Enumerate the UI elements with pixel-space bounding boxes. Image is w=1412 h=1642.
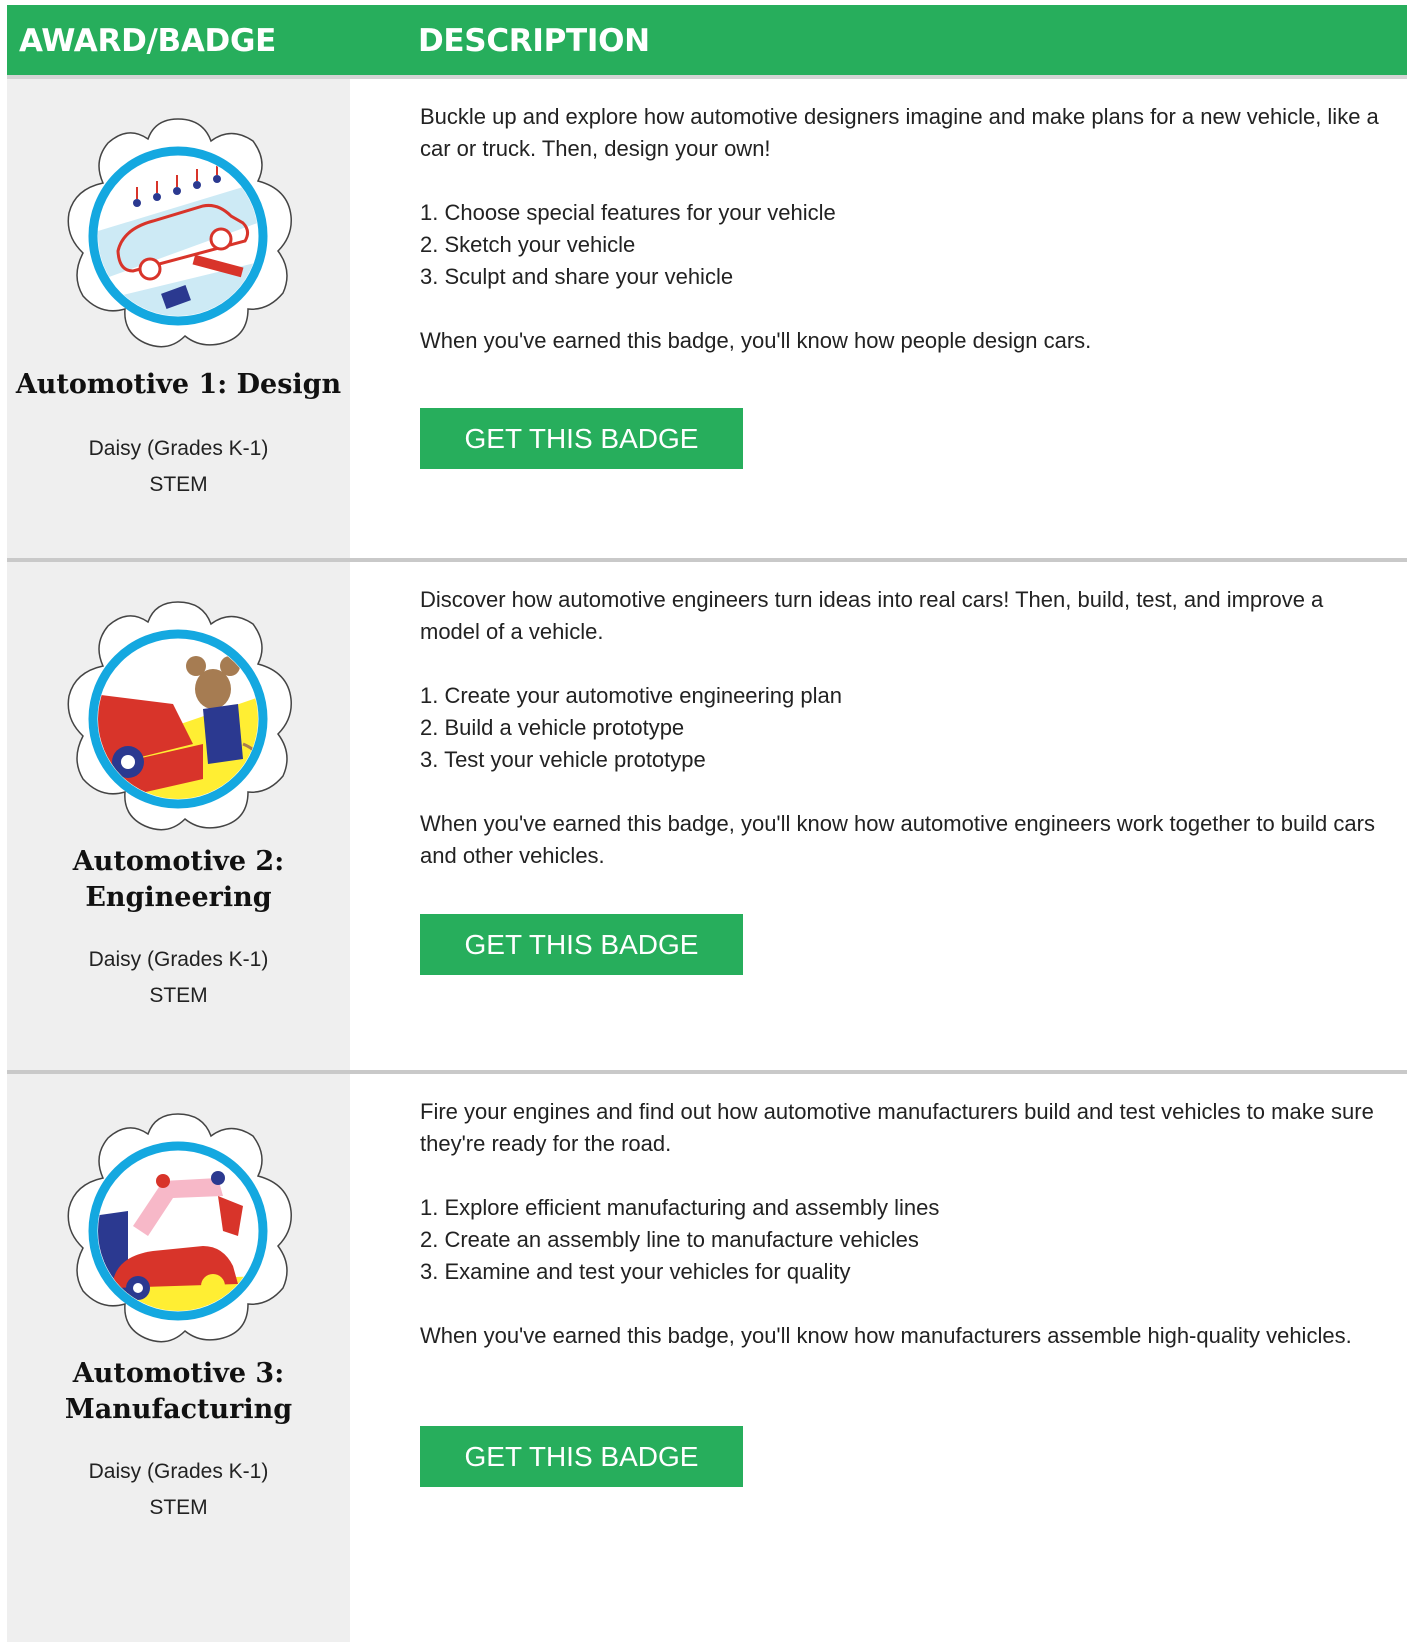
requirement-steps: 1. Create your automotive engineering pl… <box>420 680 1380 776</box>
badge-description-cell: Fire your engines and find out how autom… <box>350 1074 1407 1642</box>
step-item: 1. Create your automotive engineering pl… <box>420 683 842 708</box>
description-outcome: When you've earned this badge, you'll kn… <box>420 811 1375 868</box>
step-item: 1. Explore efficient manufacturing and a… <box>420 1195 940 1220</box>
table-header: AWARD/BADGE DESCRIPTION <box>7 5 1407 79</box>
step-item: 3. Examine and test your vehicles for qu… <box>420 1259 851 1284</box>
badge-description-cell: Discover how automotive engineers turn i… <box>350 562 1407 1074</box>
badge-info-cell: Automotive 2: Engineering Daisy (Grades … <box>7 562 350 1074</box>
description-column-header: DESCRIPTION <box>418 23 650 59</box>
badge-info-cell: Automotive 1: Design Daisy (Grades K-1) … <box>7 79 350 562</box>
description-outcome: When you've earned this badge, you'll kn… <box>420 328 1092 353</box>
award-badge-column-header: AWARD/BADGE <box>19 23 276 59</box>
badge-title: Automotive 3: Manufacturing <box>64 1358 293 1425</box>
badge-level: Daisy (Grades K-1) <box>88 1460 269 1483</box>
description-intro: Fire your engines and find out how autom… <box>420 1099 1374 1156</box>
step-item: 3. Test your vehicle prototype <box>420 747 706 772</box>
badge-description-cell: Buckle up and explore how automotive des… <box>350 79 1407 562</box>
step-item: 2. Sketch your vehicle <box>420 232 636 257</box>
daisy-design-badge-icon <box>67 118 292 348</box>
badge-category: STEM <box>149 1496 208 1519</box>
get-badge-button[interactable]: GET THIS BADGE <box>420 1426 743 1487</box>
step-item: 1. Choose special features for your vehi… <box>420 200 836 225</box>
badge-level: Daisy (Grades K-1) <box>88 437 269 460</box>
badge-description: Fire your engines and find out how autom… <box>420 1096 1380 1384</box>
step-item: 3. Sculpt and share your vehicle <box>420 264 734 289</box>
badge-description: Discover how automotive engineers turn i… <box>420 584 1380 904</box>
daisy-engineering-badge-icon <box>67 601 292 831</box>
step-item: 2. Create an assembly line to manufactur… <box>420 1227 919 1252</box>
description-intro: Discover how automotive engineers turn i… <box>420 587 1324 644</box>
get-badge-button[interactable]: GET THIS BADGE <box>420 408 743 469</box>
description-intro: Buckle up and explore how automotive des… <box>420 104 1379 161</box>
badge-level: Daisy (Grades K-1) <box>88 948 269 971</box>
badge-row-manufacturing: Automotive 3: Manufacturing Daisy (Grade… <box>7 1074 1407 1642</box>
badge-title: Automotive 1: Design <box>15 369 342 400</box>
description-outcome: When you've earned this badge, you'll kn… <box>420 1323 1352 1348</box>
requirement-steps: 1. Choose special features for your vehi… <box>420 197 1380 293</box>
badge-info-cell: Automotive 3: Manufacturing Daisy (Grade… <box>7 1074 350 1642</box>
badge-title: Automotive 2: Engineering <box>72 846 285 913</box>
badge-row-design: Automotive 1: Design Daisy (Grades K-1) … <box>7 79 1407 562</box>
daisy-manufacturing-badge-icon <box>67 1113 292 1343</box>
requirement-steps: 1. Explore efficient manufacturing and a… <box>420 1192 1380 1288</box>
get-badge-button[interactable]: GET THIS BADGE <box>420 914 743 975</box>
badge-row-engineering: Automotive 2: Engineering Daisy (Grades … <box>7 562 1407 1074</box>
badge-description: Buckle up and explore how automotive des… <box>420 101 1380 389</box>
badge-category: STEM <box>149 984 208 1007</box>
step-item: 2. Build a vehicle prototype <box>420 715 685 740</box>
badge-category: STEM <box>149 473 208 496</box>
